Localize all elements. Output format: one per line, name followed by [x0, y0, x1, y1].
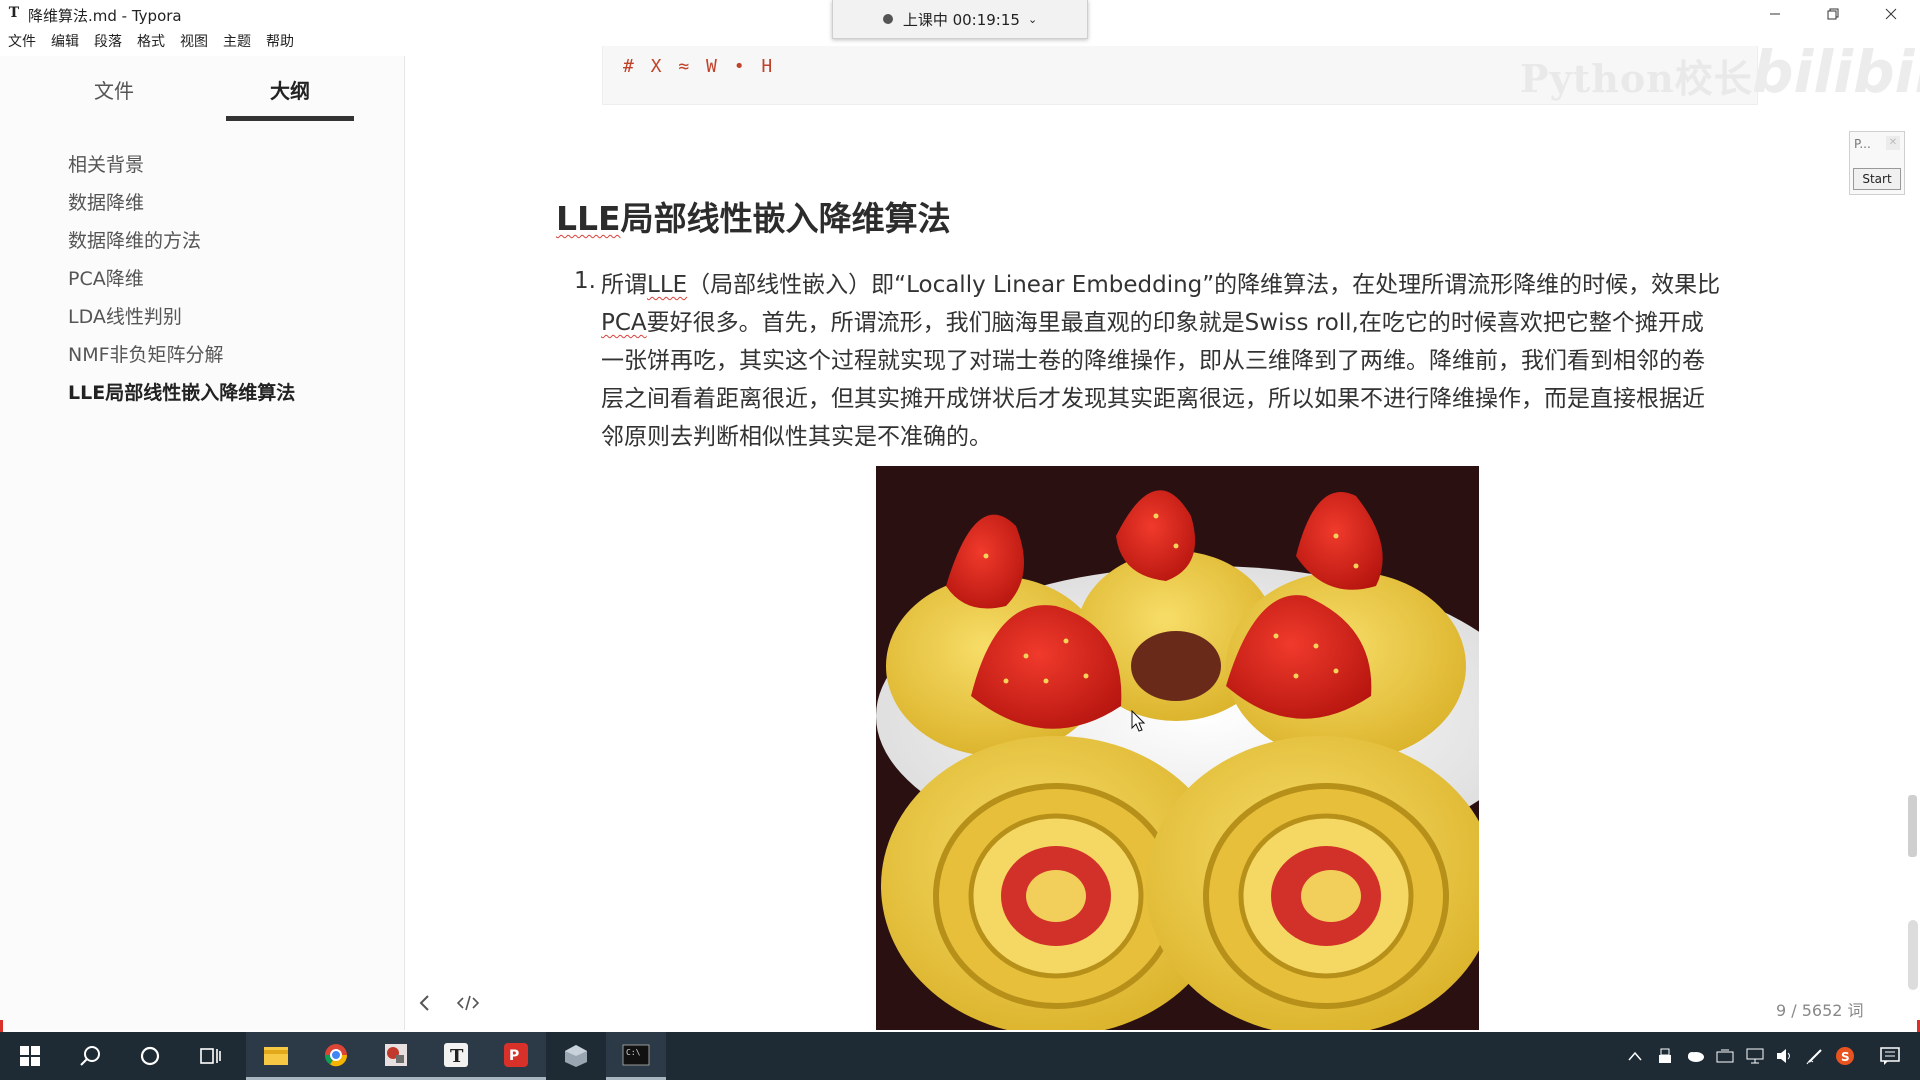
sogou-ime-icon[interactable]: S: [1830, 1032, 1860, 1080]
tab-files[interactable]: 文件: [62, 76, 166, 106]
svg-text:S: S: [1841, 1050, 1850, 1064]
outline-item-active[interactable]: LLE局部线性嵌入降维算法: [68, 374, 295, 412]
paragraph-line: 所谓LLE（局部线性嵌入）即“Locally Linear Embedding”…: [601, 272, 1721, 298]
code-line: # X ≈ W • H: [623, 56, 776, 77]
swiss-roll-image[interactable]: [876, 466, 1479, 1030]
pen-icon[interactable]: [1800, 1032, 1830, 1080]
mouse-cursor-icon: [1131, 710, 1145, 732]
svg-text:C:\: C:\: [626, 1048, 641, 1057]
pdf-icon[interactable]: P: [486, 1032, 546, 1080]
paragraph-line: 邻原则去判断相似性其实是不准确的。: [601, 424, 992, 450]
window-controls: [1746, 0, 1920, 28]
outline-item[interactable]: PCA降维: [68, 260, 295, 298]
menu-file[interactable]: 文件: [0, 30, 43, 54]
menu-theme[interactable]: 主题: [215, 30, 258, 54]
menu-help[interactable]: 帮助: [258, 30, 301, 54]
menu-paragraph[interactable]: 段落: [86, 30, 129, 54]
floating-widget: P... ✕ Start: [1849, 131, 1905, 195]
class-session-badge[interactable]: 上课中 00:19:15 ⌄: [832, 0, 1088, 39]
recording-dot-icon: [882, 14, 893, 24]
paragraph-line: PCA要好很多。首先，所谓流形，我们脑海里最直观的印象就是Swiss roll,…: [601, 310, 1704, 336]
cloud-icon[interactable]: [1680, 1032, 1710, 1080]
window-title: 降维算法.md - Typora: [28, 7, 182, 25]
usb-icon[interactable]: [1650, 1032, 1680, 1080]
terminal-icon[interactable]: C:\: [606, 1032, 666, 1080]
close-icon[interactable]: ✕: [1886, 136, 1900, 150]
volume-icon[interactable]: [1770, 1032, 1800, 1080]
menu-bar: 文件 编辑 段落 格式 视图 主题 帮助: [0, 30, 301, 54]
tablet-icon[interactable]: [1710, 1032, 1740, 1080]
typora-app-icon: T: [8, 5, 20, 21]
status-bar-left: [418, 994, 480, 1017]
spellcheck-word: LLE: [556, 199, 621, 238]
svg-text:P: P: [509, 1048, 519, 1064]
paragraph[interactable]: 所谓LLE（局部线性嵌入）即“Locally Linear Embedding”…: [601, 266, 1763, 456]
heading-text: 局部线性嵌入降维算法: [620, 199, 951, 238]
paint-icon[interactable]: [366, 1032, 426, 1080]
menu-edit[interactable]: 编辑: [43, 30, 86, 54]
task-view-icon[interactable]: [180, 1032, 240, 1080]
chevron-left-icon[interactable]: [418, 994, 430, 1017]
system-tray: S: [1620, 1032, 1920, 1080]
chrome-icon[interactable]: [306, 1032, 366, 1080]
start-button[interactable]: Start: [1853, 168, 1901, 190]
notification-icon[interactable]: [1860, 1032, 1920, 1080]
search-icon[interactable]: [60, 1032, 120, 1080]
paragraph-line: 层之间看着距离很近，但其实摊开成饼状后才发现其实距离很远，所以如果不进行降维操作…: [601, 386, 1705, 412]
menu-view[interactable]: 视图: [172, 30, 215, 54]
minimize-icon[interactable]: [1746, 0, 1804, 28]
active-tab-indicator: [226, 116, 354, 121]
sidebar: 文件 大纲 相关背景 数据降维 数据降维的方法 PCA降维 LDA线性判别 NM…: [0, 56, 405, 1030]
network-icon[interactable]: [1740, 1032, 1770, 1080]
chevron-down-icon: ⌄: [1027, 12, 1038, 26]
typora-icon[interactable]: T: [426, 1032, 486, 1080]
outline-item[interactable]: 数据降维: [68, 184, 295, 222]
file-explorer-icon[interactable]: [246, 1032, 306, 1080]
outline-list: 相关背景 数据降维 数据降维的方法 PCA降维 LDA线性判别 NMF非负矩阵分…: [68, 146, 295, 412]
outline-item[interactable]: 数据降维的方法: [68, 222, 295, 260]
outline-item[interactable]: NMF非负矩阵分解: [68, 336, 295, 374]
edge-marker: [0, 1020, 3, 1032]
bilibili-logo-watermark: bilibili: [1752, 38, 1920, 106]
source-code-icon[interactable]: [456, 994, 480, 1017]
section-heading[interactable]: LLE局部线性嵌入降维算法: [556, 192, 951, 240]
spellcheck-word: PCA: [601, 310, 647, 336]
session-label: 上课中 00:19:15: [902, 10, 1020, 29]
close-icon[interactable]: [1862, 0, 1920, 28]
windows-start-icon[interactable]: [0, 1032, 60, 1080]
list-number: 1.: [574, 268, 596, 294]
taskbar: T P C:\ S: [0, 1032, 1920, 1080]
virtualbox-icon[interactable]: [546, 1032, 606, 1080]
word-count[interactable]: 9 / 5652 词: [1776, 997, 1864, 1021]
side-scroll-handle[interactable]: [1908, 920, 1918, 990]
outline-item[interactable]: 相关背景: [68, 146, 295, 184]
restore-icon[interactable]: [1804, 0, 1862, 28]
show-hidden-icon[interactable]: [1620, 1032, 1650, 1080]
widget-title: P...: [1854, 137, 1871, 151]
cortana-icon[interactable]: [120, 1032, 180, 1080]
channel-watermark: Python校长: [1520, 56, 1753, 101]
menu-format[interactable]: 格式: [129, 30, 172, 54]
tab-outline[interactable]: 大纲: [226, 76, 354, 106]
outline-item[interactable]: LDA线性判别: [68, 298, 295, 336]
svg-text:T: T: [450, 1046, 464, 1067]
spellcheck-word: LLE: [647, 272, 688, 298]
scrollbar-thumb[interactable]: [1908, 795, 1917, 857]
paragraph-line: 一张饼再吃，其实这个过程就实现了对瑞士卷的降维操作，即从三维降到了两维。降维前，…: [601, 348, 1705, 374]
